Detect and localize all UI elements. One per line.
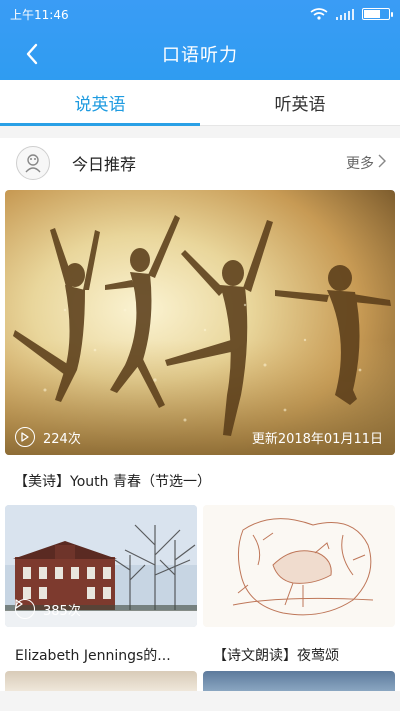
- status-bar: 上午11:46: [0, 0, 400, 28]
- section-avatar-icon: [16, 146, 50, 180]
- more-label: 更多: [346, 156, 374, 172]
- back-arrow-icon[interactable]: [18, 40, 46, 68]
- app-screen: 上午11:46 口语听力 说英语 听英语 今日推荐 更多 224次 更新2018…: [0, 0, 400, 711]
- next-card-thumbnail: [203, 671, 395, 691]
- play-icon: [15, 427, 35, 447]
- play-icon: [15, 599, 35, 619]
- featured-update-date: 更新2018年01月11日: [251, 431, 383, 447]
- featured-image: [5, 190, 395, 455]
- featured-meta: 224次 更新2018年01月11日: [15, 427, 383, 447]
- card-thumbnail: 385次: [5, 505, 197, 627]
- card-play-count: 385次: [43, 603, 81, 619]
- navigation-bar: 口语听力: [0, 28, 400, 80]
- top-header: 上午11:46 口语听力: [0, 0, 400, 80]
- card-thumbnail: [203, 505, 395, 627]
- tab-speak-english[interactable]: 说英语: [0, 80, 200, 126]
- battery-icon: [362, 8, 393, 20]
- content-card[interactable]: 【诗文朗读】夜莺颂: [203, 505, 395, 667]
- status-time: 上午11:46: [10, 7, 69, 22]
- card-title: 【诗文朗读】夜莺颂: [213, 648, 339, 664]
- signal-icon: [336, 8, 354, 20]
- page-title: 口语听力: [162, 45, 238, 66]
- tab-listen-english[interactable]: 听英语: [200, 80, 400, 125]
- section-title: 今日推荐: [72, 155, 137, 174]
- featured-play-count: 224次: [43, 431, 81, 447]
- chevron-right-icon: [378, 154, 386, 172]
- next-row-peek: [0, 671, 400, 691]
- more-link[interactable]: 更多: [346, 153, 386, 173]
- status-icons: [310, 8, 393, 20]
- content-grid: 385次 Elizabeth Jennings的... 【诗文朗读】夜莺颂: [0, 505, 400, 667]
- featured-card[interactable]: 224次 更新2018年01月11日: [5, 190, 395, 455]
- card-title: Elizabeth Jennings的...: [15, 648, 171, 664]
- section-header: 今日推荐 更多: [0, 138, 400, 188]
- next-card-thumbnail: [5, 671, 197, 691]
- wifi-icon: [310, 8, 328, 20]
- tab-bar: 说英语 听英语: [0, 80, 400, 126]
- content-card[interactable]: 385次 Elizabeth Jennings的...: [5, 505, 197, 667]
- card-meta: 385次: [15, 599, 81, 619]
- featured-title[interactable]: 【美诗】Youth 青春（节选一）: [0, 455, 400, 505]
- recommend-section: 今日推荐 更多 224次 更新2018年01月11日 【美诗】Youth 青春（…: [0, 138, 400, 691]
